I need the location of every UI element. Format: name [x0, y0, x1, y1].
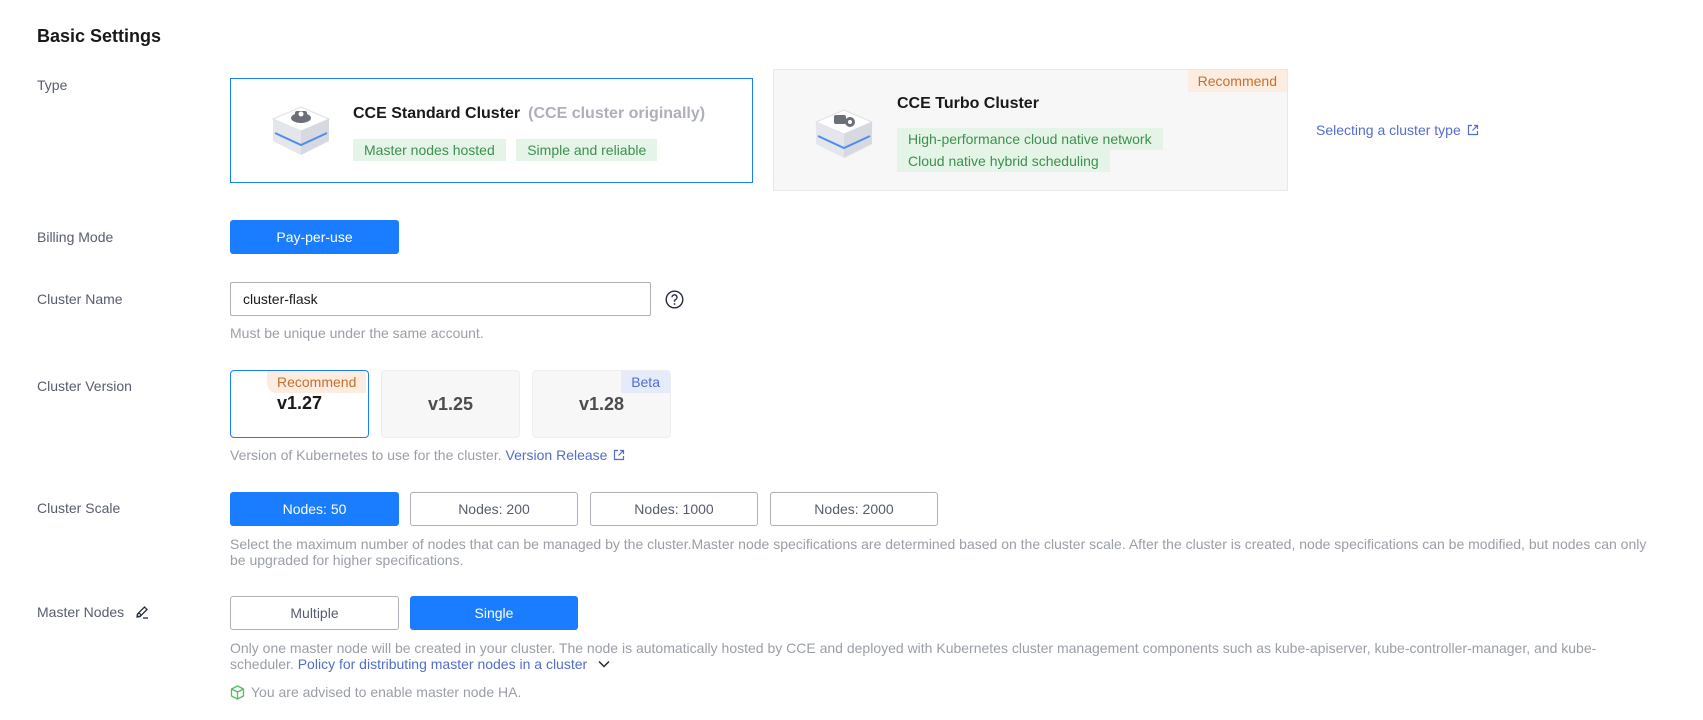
help-icon[interactable] [665, 290, 684, 309]
server-cube-icon [814, 109, 874, 158]
version-option-v1-25[interactable]: v1.25 [381, 370, 520, 438]
master-nodes-label-text: Master Nodes [37, 604, 125, 620]
master-option-multiple[interactable]: Multiple [230, 596, 399, 630]
master-option-single[interactable]: Single [410, 596, 578, 630]
cce-standard-cluster-card[interactable]: CCE Standard Cluster (CCE cluster origina… [230, 78, 753, 183]
recommend-badge: Recommend [1187, 70, 1287, 92]
billing-mode-label: Billing Mode [37, 229, 114, 245]
cluster-scale-label: Cluster Scale [37, 500, 121, 516]
pay-per-use-button[interactable]: Pay-per-use [230, 220, 399, 254]
version-value: v1.28 [578, 394, 625, 414]
turbo-tag-network: High-performance cloud native network [897, 128, 1163, 150]
policy-link-text: Policy for distributing master nodes in … [297, 656, 588, 672]
master-nodes-label: Master Nodes [37, 604, 150, 620]
cluster-scale-tip-line2: be upgraded for higher specifications. [230, 552, 464, 568]
cluster-scale-tip: Select the maximum number of nodes that … [230, 536, 1700, 568]
version-recommend-badge: Recommend [267, 371, 367, 393]
policy-master-nodes-link[interactable]: Policy for distributing master nodes in … [298, 656, 611, 672]
cluster-scale-tip-line1: Select the maximum number of nodes that … [230, 536, 1647, 552]
cube-icon [230, 685, 245, 700]
master-ha-advice-text: You are advised to enable master node HA… [251, 684, 522, 700]
scale-option-2000[interactable]: Nodes: 2000 [770, 492, 938, 526]
version-value: v1.27 [276, 393, 323, 413]
version-tip: Version of Kubernetes to use for the clu… [230, 447, 625, 463]
cce-turbo-cluster-card[interactable]: Recommend CCE Turbo Cluster High-perform… [773, 69, 1288, 191]
external-link-icon [614, 449, 625, 461]
standard-cluster-subtitle: (CCE cluster originally) [528, 105, 706, 122]
turbo-cluster-name: CCE Turbo Cluster [897, 95, 1039, 112]
server-cube-icon [271, 106, 331, 155]
version-option-v1-27[interactable]: Recommend v1.27 [230, 370, 369, 438]
version-option-v1-28[interactable]: Beta v1.28 [532, 370, 671, 438]
master-tip-line2: scheduler. [230, 656, 294, 672]
type-label: Type [37, 77, 68, 93]
master-ha-advice: You are advised to enable master node HA… [230, 684, 521, 700]
scale-option-200[interactable]: Nodes: 200 [410, 492, 578, 526]
standard-tag-hosted: Master nodes hosted [353, 139, 506, 161]
selecting-cluster-type-link[interactable]: Selecting a cluster type [1316, 122, 1479, 138]
cluster-name-label: Cluster Name [37, 291, 123, 307]
scale-option-50[interactable]: Nodes: 50 [230, 492, 399, 526]
cluster-name-input[interactable]: cluster-flask [230, 282, 651, 316]
scale-option-1000[interactable]: Nodes: 1000 [590, 492, 758, 526]
cluster-name-tip: Must be unique under the same account. [230, 325, 484, 341]
external-link-icon [1467, 124, 1478, 136]
selecting-cluster-type-text: Selecting a cluster type [1316, 122, 1461, 138]
version-release-text: Version Release [505, 447, 608, 463]
chevron-down-icon [598, 660, 610, 668]
master-nodes-tip: Only one master node will be created in … [230, 640, 1700, 672]
beta-badge: Beta [621, 371, 670, 393]
turbo-tag-scheduling: Cloud native hybrid scheduling [897, 150, 1110, 172]
master-tip-line1: Only one master node will be created in … [230, 640, 1597, 656]
version-tip-text: Version of Kubernetes to use for the clu… [230, 447, 502, 463]
edit-pen-icon [136, 606, 149, 619]
section-title: Basic Settings [37, 26, 162, 46]
cluster-version-label: Cluster Version [37, 378, 132, 394]
standard-tag-reliable: Simple and reliable [516, 139, 658, 161]
version-value: v1.25 [427, 394, 474, 414]
version-release-link[interactable]: Version Release [506, 447, 626, 463]
standard-cluster-name: CCE Standard Cluster [353, 105, 521, 122]
